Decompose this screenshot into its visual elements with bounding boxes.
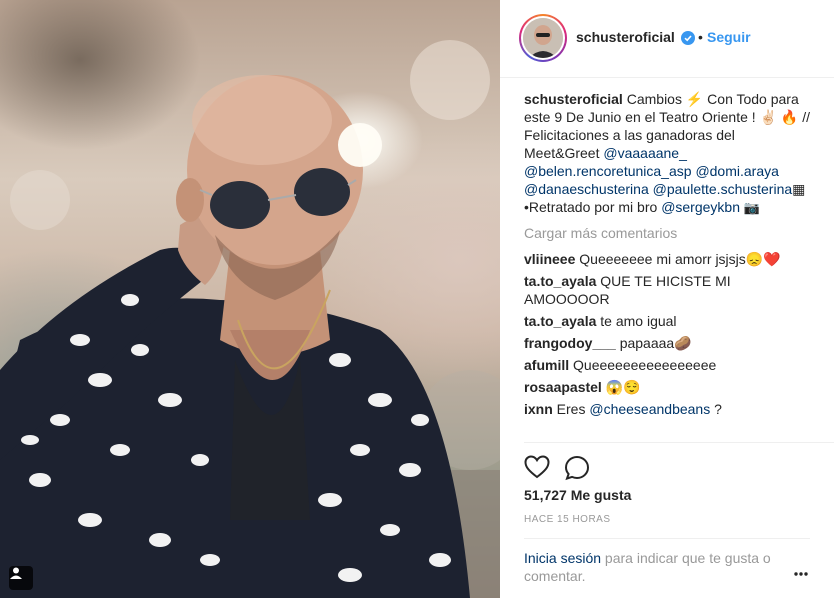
- comment-text: 😱😌: [601, 379, 641, 395]
- follow-button[interactable]: Seguir: [707, 29, 751, 45]
- load-more-comments-button[interactable]: Cargar más comentarios: [524, 224, 814, 242]
- login-prompt: Inicia sesión para indicar que te gusta …: [524, 538, 810, 585]
- comment-username[interactable]: vliineee: [524, 251, 575, 267]
- likes-count[interactable]: 51,727 Me gusta: [524, 487, 631, 503]
- caption-mention[interactable]: @belen.rencoretunica_asp: [524, 163, 692, 179]
- post-sidebar: schusteroficial • Seguir schusteroficial…: [500, 0, 834, 598]
- post-author-username[interactable]: schusteroficial: [576, 29, 675, 45]
- comment-text: Queeeeeee mi amorr jsjsjs😞❤️: [575, 251, 781, 267]
- comment-mention[interactable]: @cheeseandbeans: [589, 401, 710, 417]
- comment-username[interactable]: rosaapastel: [524, 379, 602, 395]
- comments-list[interactable]: schusteroficial Cambios ⚡ Con Todo para …: [524, 90, 814, 442]
- list-item: rosaapastel 😱😌: [524, 378, 814, 396]
- list-item: frangodoy___ papaaaa🥔: [524, 334, 814, 352]
- comment-text: Queeeeeeeeeeeeeeee: [569, 357, 717, 373]
- caption-credit: •Retratado por mi bro: [524, 199, 662, 215]
- more-options-icon[interactable]: [792, 566, 810, 582]
- comment-text: ?: [710, 401, 722, 417]
- comment-username[interactable]: ixnn: [524, 401, 553, 417]
- comment-username[interactable]: ta.to_ayala: [524, 273, 596, 289]
- comment-icon[interactable]: [564, 455, 590, 481]
- user-tag-icon[interactable]: [9, 566, 33, 590]
- caption-mention[interactable]: @sergeykbn: [661, 199, 740, 215]
- camera-emoji: 📷: [743, 201, 761, 216]
- comment-username[interactable]: afumill: [524, 357, 569, 373]
- heart-icon[interactable]: [524, 455, 550, 479]
- list-item: afumill Queeeeeeeeeeeeeeee: [524, 356, 814, 374]
- caption-symbol: ▦: [792, 181, 806, 197]
- post-caption: schusteroficial Cambios ⚡ Con Todo para …: [524, 90, 814, 218]
- avatar[interactable]: [519, 14, 567, 62]
- separator-dot: •: [698, 29, 703, 45]
- list-item: ta.to_ayala te amo igual: [524, 312, 814, 330]
- comment-username[interactable]: frangodoy___: [524, 335, 616, 351]
- verified-badge-icon: [681, 31, 695, 45]
- post-photo[interactable]: [0, 0, 500, 598]
- comment-username[interactable]: ta.to_ayala: [524, 313, 596, 329]
- list-item: ixnn Eres @cheeseandbeans ?: [524, 400, 814, 418]
- comment-text: papaaaa🥔: [615, 335, 692, 351]
- post-header: schusteroficial • Seguir: [500, 0, 834, 78]
- comment-text: Eres: [552, 401, 590, 417]
- post-photo-illustration: [0, 40, 500, 598]
- list-item: ta.to_ayala QUE TE HICISTE MI AMOOOOOR: [524, 272, 814, 308]
- caption-username[interactable]: schusteroficial: [524, 91, 623, 107]
- post-actions: [524, 442, 834, 481]
- list-item: vliineee Queeeeeee mi amorr jsjsjs😞❤️: [524, 250, 814, 268]
- caption-mention[interactable]: @domi.araya: [695, 163, 778, 179]
- caption-mention[interactable]: @paulette.schusterina: [653, 181, 793, 197]
- post-timestamp: HACE 15 HORAS: [524, 514, 611, 525]
- caption-mention[interactable]: @danaeschusterina: [524, 181, 649, 197]
- comment-text: te amo igual: [596, 313, 677, 329]
- caption-mention[interactable]: @vaaaaane_: [603, 145, 687, 161]
- login-link[interactable]: Inicia sesión: [524, 550, 601, 566]
